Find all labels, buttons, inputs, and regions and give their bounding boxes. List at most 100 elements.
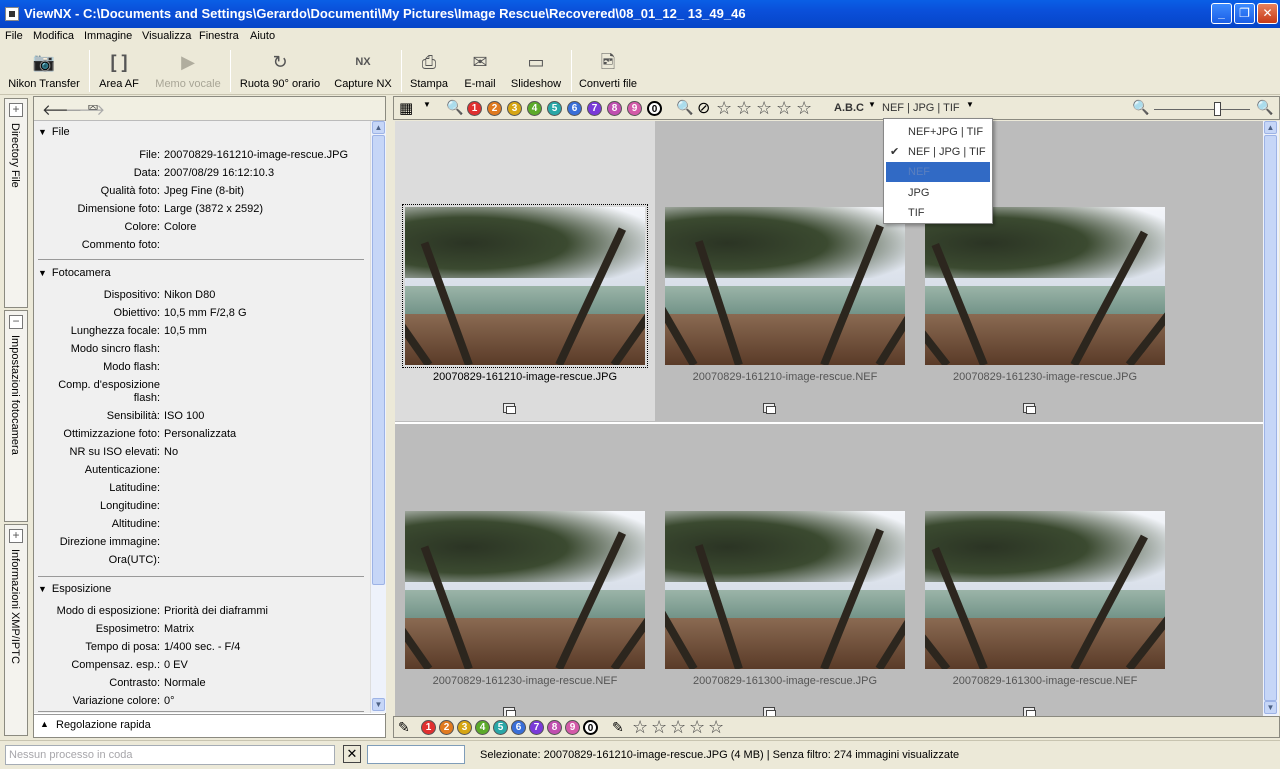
thumbnail-image[interactable]: [665, 207, 905, 365]
tab-camera-settings[interactable]: − Impostazioni fotocamera: [4, 310, 28, 522]
label-2-badge[interactable]: 2: [487, 101, 502, 116]
label-1-badge[interactable]: 1: [467, 101, 482, 116]
star-icon[interactable]: ☆: [756, 99, 772, 117]
thumbnail-cell[interactable]: 20070829-161300-image-rescue.JPG: [655, 425, 915, 716]
area-af-button[interactable]: [ ] Area AF: [94, 46, 144, 94]
label-9-badge[interactable]: 9: [627, 101, 642, 116]
scroll-up-icon[interactable]: ▲: [1264, 121, 1277, 134]
grid-scrollbar[interactable]: ▲ ▼: [1263, 121, 1279, 716]
expand-icon[interactable]: +: [9, 103, 23, 117]
star-icon[interactable]: ☆: [670, 718, 686, 736]
star-icon[interactable]: ☆: [651, 718, 667, 736]
star-icon[interactable]: ☆: [632, 718, 648, 736]
rotate-button[interactable]: ↻ Ruota 90° orario: [238, 46, 322, 94]
label-9-badge[interactable]: 9: [565, 720, 580, 735]
expand-icon[interactable]: +: [9, 529, 23, 543]
dropdown-item[interactable]: ✔ NEF | JPG | TIF: [886, 142, 990, 162]
dropdown-item[interactable]: NEF: [886, 162, 990, 182]
label-6-badge[interactable]: 6: [511, 720, 526, 735]
label-3-badge[interactable]: 3: [457, 720, 472, 735]
label-4-badge[interactable]: 4: [475, 720, 490, 735]
capture-nx-button[interactable]: NX Capture NX: [331, 46, 395, 94]
thumbnail-image[interactable]: [402, 204, 648, 368]
grid-view-icon[interactable]: ▦: [399, 99, 413, 117]
thumbnail-cell[interactable]: 20070829-161210-image-rescue.JPG: [395, 121, 655, 421]
no-rating-icon[interactable]: ⊘: [697, 98, 710, 118]
label-4-badge[interactable]: 4: [527, 101, 542, 116]
label-7-badge[interactable]: 7: [587, 101, 602, 116]
rating-pencil-icon[interactable]: ✎: [612, 719, 624, 736]
label-5-badge[interactable]: 5: [547, 101, 562, 116]
scroll-thumb[interactable]: [1264, 135, 1277, 701]
menu-immagine[interactable]: Immagine: [84, 30, 132, 42]
slideshow-button[interactable]: ▭ Slideshow: [508, 46, 564, 94]
star-icon[interactable]: ☆: [736, 99, 752, 117]
label-0-badge[interactable]: 0: [647, 101, 662, 116]
chevron-down-icon[interactable]: ▼: [868, 100, 876, 109]
forward-arrow-icon[interactable]: 🡒: [65, 100, 105, 119]
collapse-icon[interactable]: −: [9, 315, 23, 329]
thumbnail-image[interactable]: [405, 511, 645, 669]
section-regolazione-rapida[interactable]: ▲ Regolazione rapida: [34, 714, 385, 737]
zoom-out-icon[interactable]: 🔍: [1132, 99, 1149, 116]
section-fotocamera[interactable]: ▼ Fotocamera: [38, 267, 111, 279]
scroll-up-icon[interactable]: ▲: [372, 121, 385, 134]
thumbnail-cell[interactable]: 20070829-161210-image-rescue.NEF: [655, 121, 915, 421]
minimize-button[interactable]: _: [1211, 3, 1232, 24]
label-5-badge[interactable]: 5: [493, 720, 508, 735]
info-panel-scrollbar[interactable]: ▲ ▼: [370, 121, 386, 713]
label-8-badge[interactable]: 8: [547, 720, 562, 735]
scroll-down-icon[interactable]: ▼: [1264, 701, 1277, 714]
label-3-badge[interactable]: 3: [507, 101, 522, 116]
menu-finestra[interactable]: Finestra: [199, 30, 239, 42]
rating-filter-icon[interactable]: 🔍: [676, 99, 693, 116]
label-7-badge[interactable]: 7: [529, 720, 544, 735]
memo-vocale-button[interactable]: ▶ Memo vocale: [152, 46, 224, 94]
scroll-thumb[interactable]: [372, 135, 385, 585]
dropdown-item[interactable]: JPG: [886, 183, 990, 203]
zoom-slider-track[interactable]: [1154, 109, 1250, 110]
thumbnail-image[interactable]: [665, 511, 905, 669]
menu-file[interactable]: File: [5, 30, 23, 42]
menu-aiuto[interactable]: Aiuto: [250, 30, 275, 42]
star-icon[interactable]: ☆: [716, 99, 732, 117]
chevron-down-icon[interactable]: ▼: [423, 100, 431, 109]
email-button[interactable]: ✉ E-mail: [460, 46, 500, 94]
label-2-badge[interactable]: 2: [439, 720, 454, 735]
section-file[interactable]: ▼ File: [38, 126, 70, 138]
tab-directory-file[interactable]: + Directory File: [4, 98, 28, 308]
label-1-badge[interactable]: 1: [421, 720, 436, 735]
label-filter-icon[interactable]: 🔍: [446, 99, 463, 116]
print-button[interactable]: ⎙ Stampa: [407, 46, 451, 94]
maximize-button[interactable]: ❐: [1234, 3, 1255, 24]
thumbnail-cell[interactable]: 20070829-161230-image-rescue.NEF: [395, 425, 655, 716]
tab-xmp-iptc[interactable]: + Informazioni XMP/IPTC: [4, 524, 28, 736]
star-icon[interactable]: ☆: [796, 99, 812, 117]
menu-visualizza[interactable]: Visualizza: [142, 30, 191, 42]
nikon-transfer-button[interactable]: 📷 Nikon Transfer: [4, 46, 84, 94]
cancel-queue-button[interactable]: ✕: [343, 745, 361, 763]
zoom-slider-thumb[interactable]: [1214, 102, 1221, 116]
dropdown-item[interactable]: TIF: [886, 203, 990, 223]
thumbnail-image[interactable]: [925, 511, 1165, 669]
section-esposizione[interactable]: ▼ Esposizione: [38, 583, 111, 595]
up-folder-icon[interactable]: ⮹: [87, 100, 99, 117]
format-filter-button[interactable]: NEF | JPG | TIF: [882, 102, 960, 114]
star-icon[interactable]: ☆: [708, 718, 724, 736]
close-button[interactable]: ✕: [1257, 3, 1278, 24]
menu-modifica[interactable]: Modifica: [33, 30, 74, 42]
label-0-badge[interactable]: 0: [583, 720, 598, 735]
dropdown-item[interactable]: NEF+JPG | TIF: [886, 122, 990, 142]
label-8-badge[interactable]: 8: [607, 101, 622, 116]
zoom-in-icon[interactable]: 🔍: [1256, 99, 1273, 116]
star-icon[interactable]: ☆: [689, 718, 705, 736]
label-pencil-icon[interactable]: ✎: [398, 719, 410, 736]
star-icon[interactable]: ☆: [776, 99, 792, 117]
label-6-badge[interactable]: 6: [567, 101, 582, 116]
scroll-down-icon[interactable]: ▼: [372, 698, 385, 711]
sort-abc-button[interactable]: A.B.C: [834, 102, 864, 114]
thumbnail-cell[interactable]: 20070829-161300-image-rescue.NEF: [915, 425, 1175, 716]
chevron-down-icon[interactable]: ▼: [966, 100, 974, 109]
convert-button[interactable]: 🖻 Converti file: [578, 46, 638, 94]
thumbnail-image[interactable]: [925, 207, 1165, 365]
